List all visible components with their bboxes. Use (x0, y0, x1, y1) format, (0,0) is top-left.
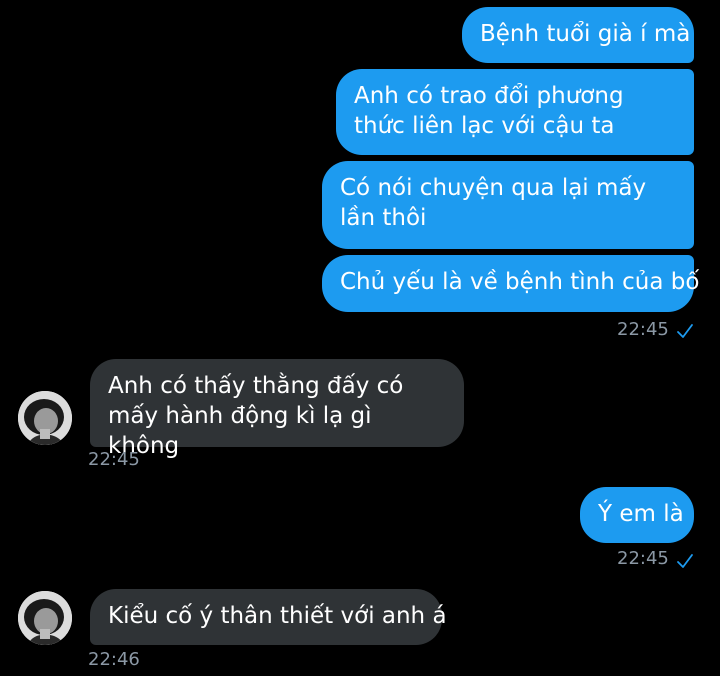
message-text: Chủ yếu là về bệnh tình của bố (340, 269, 700, 295)
check-icon (677, 554, 693, 568)
message-text: Anh có thấy thằng đấy có mấy hành động k… (108, 373, 404, 459)
message-timestamp: 22:46 (88, 649, 140, 670)
message-timestamp: 22:45 (617, 548, 669, 569)
message-text: Kiểu cố ý thân thiết với anh á (108, 603, 447, 629)
message-text: Có nói chuyện qua lại mấy lần thôi (340, 175, 647, 231)
check-icon (677, 324, 693, 338)
message-bubble-sent[interactable]: Có nói chuyện qua lại mấy lần thôi (322, 161, 694, 249)
message-bubble-sent[interactable]: Chủ yếu là về bệnh tình của bố (322, 255, 699, 312)
message-text: Ý em là (598, 501, 684, 527)
message-timestamp: 22:45 (617, 319, 669, 340)
person-avatar-icon (18, 591, 72, 645)
message-text: Anh có trao đổi phương thức liên lạc với… (354, 83, 624, 139)
avatar-icon[interactable] (18, 591, 72, 645)
message-bubble-sent[interactable]: Ý em là (580, 487, 694, 543)
message-bubble-sent[interactable]: Anh có trao đổi phương thức liên lạc với… (336, 69, 694, 155)
person-avatar-icon (18, 391, 72, 445)
message-bubble-received[interactable]: Anh có thấy thằng đấy có mấy hành động k… (90, 359, 464, 459)
message-text: Bệnh tuổi già í mà (480, 21, 691, 47)
message-bubble-received[interactable]: Kiểu cố ý thân thiết với anh á (90, 589, 447, 645)
avatar-icon[interactable] (18, 391, 72, 445)
message-bubble-sent[interactable]: Bệnh tuổi già í mà (462, 7, 694, 63)
message-timestamp: 22:45 (88, 449, 140, 470)
